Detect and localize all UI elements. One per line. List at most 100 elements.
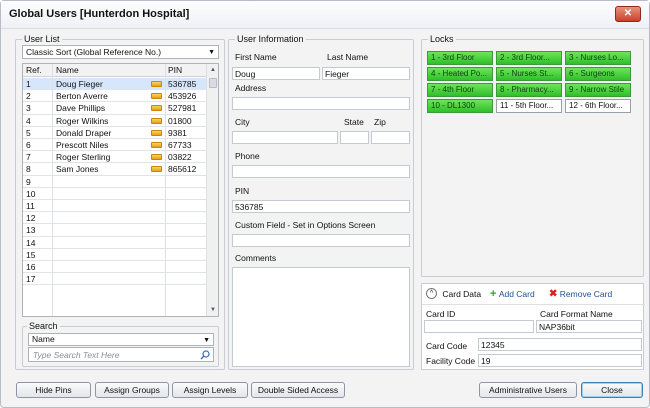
row-name: Dave Phillips <box>56 103 106 114</box>
card-code-field[interactable]: 12345 <box>478 338 642 351</box>
chevron-down-icon: ▼ <box>203 337 210 344</box>
card-data-label: Card Data <box>442 288 482 299</box>
city-field[interactable] <box>232 131 338 144</box>
remove-card-label: Remove Card <box>559 288 613 299</box>
lock-button[interactable]: 12 - 6th Floor... <box>565 99 631 113</box>
table-row[interactable]: 9 <box>23 176 207 188</box>
table-row[interactable]: 8 Sam Jones 865612 <box>23 163 207 176</box>
table-row[interactable]: 16 <box>23 261 207 274</box>
lock-button[interactable]: 8 - Pharmacy... <box>496 83 562 97</box>
pin-card-icon <box>151 81 162 87</box>
table-row[interactable]: 17 <box>23 273 207 286</box>
pin-field[interactable]: 536785 <box>232 200 410 213</box>
table-row[interactable]: 13 <box>23 224 207 237</box>
close-button[interactable]: Close <box>581 382 643 398</box>
row-ref: 12 <box>26 213 36 224</box>
first-name-field[interactable]: Doug <box>232 67 320 80</box>
row-pin: 9381 <box>168 127 187 138</box>
address-label: Address <box>235 83 267 93</box>
table-row[interactable]: 11 <box>23 200 207 213</box>
column-header-pin[interactable]: PIN <box>168 65 182 75</box>
row-name: Berton Averre <box>56 91 108 102</box>
plus-icon: + <box>490 288 497 300</box>
row-ref: 7 <box>26 152 31 163</box>
row-ref: 14 <box>26 237 36 248</box>
card-data-panel: ^ Card Data + Add Card ✖ Remove Card Car… <box>421 283 645 370</box>
sort-select-value: Classic Sort (Global Reference No.) <box>26 47 162 57</box>
card-id-header: Card ID <box>426 309 456 319</box>
pin-card-icon <box>151 117 162 124</box>
search-icon[interactable] <box>200 350 210 360</box>
card-format-field[interactable]: NAP36bit <box>536 320 642 333</box>
pin-card-icon <box>151 93 162 100</box>
last-name-field[interactable]: Fieger <box>322 67 410 80</box>
add-card-button[interactable]: + Add Card <box>490 288 535 300</box>
address-field[interactable] <box>232 97 410 110</box>
phone-field[interactable] <box>232 165 410 178</box>
table-row[interactable]: 1 Doug Fieger 536785 <box>23 78 207 91</box>
card-data-toggle[interactable]: ^ Card Data <box>426 288 482 300</box>
lock-button[interactable]: 4 - Heated Po... <box>427 67 493 81</box>
table-row[interactable]: 2 Berton Averre 453926 <box>23 90 207 103</box>
row-name: Prescott Niles <box>56 140 109 150</box>
table-row[interactable]: 7 Roger Sterling 03822 <box>23 151 207 164</box>
user-table-scrollbar[interactable]: ▲ ▼ <box>206 64 218 316</box>
assign-levels-button[interactable]: Assign Levels <box>172 382 248 398</box>
row-ref: 13 <box>26 225 36 236</box>
search-field-select[interactable]: Name ▼ <box>28 333 214 346</box>
hide-pins-button[interactable]: Hide Pins <box>16 382 91 398</box>
lock-button[interactable]: 3 - Nurses Lo... <box>565 51 631 65</box>
lock-button[interactable]: 5 - Nurses St... <box>496 67 562 81</box>
double-sided-access-button[interactable]: Double Sided Access <box>251 382 345 398</box>
row-name: Doug Fieger <box>56 79 103 89</box>
table-row[interactable]: 6 Prescott Niles 67733 <box>23 139 207 152</box>
table-row[interactable]: 12 <box>23 212 207 225</box>
phone-label: Phone <box>235 151 260 161</box>
state-field[interactable] <box>340 131 369 144</box>
pin-card-icon <box>151 142 162 148</box>
sort-select[interactable]: Classic Sort (Global Reference No.) ▼ <box>22 45 219 59</box>
custom-field[interactable] <box>232 234 410 247</box>
lock-button[interactable]: 11 - 5th Floor... <box>496 99 562 113</box>
comments-field[interactable] <box>232 267 410 367</box>
row-ref: 5 <box>26 127 31 138</box>
table-row[interactable]: 14 <box>23 237 207 249</box>
lock-button[interactable]: 1 - 3rd Floor <box>427 51 493 65</box>
lock-button[interactable]: 2 - 3rd Floor... <box>496 51 562 65</box>
row-pin: 03822 <box>168 152 192 163</box>
lock-button[interactable]: 10 - DL1300 <box>427 99 493 113</box>
scroll-up-icon[interactable]: ▲ <box>207 64 218 76</box>
table-row[interactable]: 5 Donald Draper 9381 <box>23 127 207 139</box>
column-header-ref[interactable]: Ref. <box>26 65 42 75</box>
remove-card-button[interactable]: ✖ Remove Card <box>549 288 612 299</box>
card-id-field[interactable] <box>424 320 534 333</box>
row-pin: 01800 <box>168 115 192 126</box>
lock-button[interactable]: 7 - 4th Floor <box>427 83 493 97</box>
table-row[interactable]: 3 Dave Phillips 527981 <box>23 102 207 115</box>
row-ref: 4 <box>26 115 31 126</box>
add-card-label: Add Card <box>498 289 535 299</box>
search-input[interactable]: Type Search Text Here <box>28 347 214 362</box>
lock-button[interactable]: 6 - Surgeons <box>565 67 631 81</box>
assign-groups-button[interactable]: Assign Groups <box>95 382 169 398</box>
window-close-button[interactable]: ✕ <box>615 6 641 22</box>
lock-button[interactable]: 9 - Narrow Stile <box>565 83 631 97</box>
row-pin: 865612 <box>168 164 197 175</box>
chevron-down-icon: ▼ <box>208 49 215 56</box>
table-row[interactable]: 4 Roger Wilkins 01800 <box>23 115 207 127</box>
column-header-name[interactable]: Name <box>56 65 79 75</box>
row-ref: 6 <box>26 140 31 150</box>
administrative-users-button[interactable]: Administrative Users <box>479 382 577 398</box>
zip-field[interactable] <box>371 131 410 144</box>
title-bar: Global Users [Hunterdon Hospital] ✕ <box>1 1 649 29</box>
table-row[interactable]: 10 <box>23 188 207 200</box>
user-table[interactable]: Ref. Name PIN 1 Doug Fieger 536785 2 Berton … <box>22 63 219 317</box>
pin-label: PIN <box>235 186 250 196</box>
scroll-thumb[interactable] <box>209 78 217 88</box>
table-row[interactable]: 15 <box>23 249 207 261</box>
user-table-header: Ref. Name PIN <box>23 64 207 77</box>
facility-code-field[interactable]: 19 <box>478 354 642 367</box>
chevron-up-icon[interactable]: ^ <box>426 288 437 300</box>
scroll-down-icon[interactable]: ▼ <box>207 304 218 316</box>
row-ref: 8 <box>26 164 31 175</box>
